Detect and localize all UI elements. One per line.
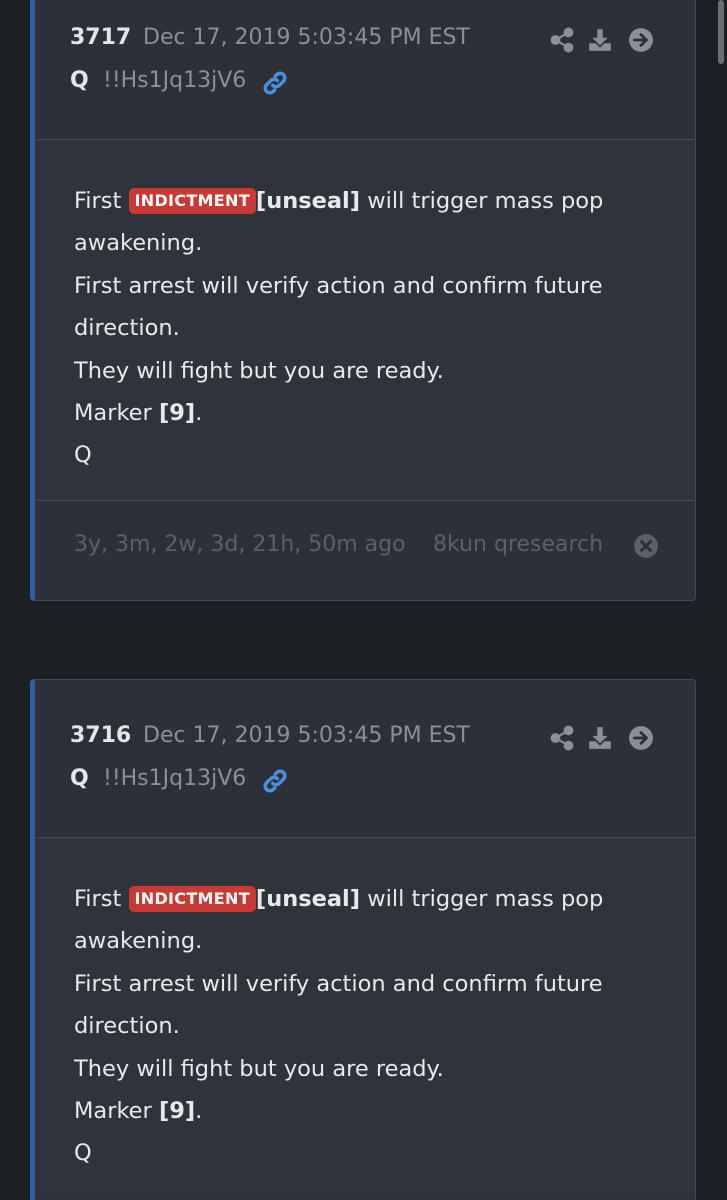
arrow-right-circle-icon[interactable] [628, 27, 654, 53]
post-tripcode: !!Hs1Jq13jV6 [103, 766, 247, 791]
share-icon[interactable] [549, 27, 575, 53]
post-date: Dec 17, 2019 5:03:45 PM EST [143, 25, 470, 50]
post-body: First INDICTMENT [unseal] will trigger ma… [35, 140, 695, 500]
close-circle-icon[interactable] [633, 533, 659, 559]
share-icon[interactable] [549, 725, 575, 751]
indictment-badge: INDICTMENT [128, 188, 256, 214]
link-icon[interactable] [261, 69, 289, 97]
post-header: 3717 Dec 17, 2019 5:03:45 PM EST Q !!Hs1… [35, 0, 695, 140]
download-icon[interactable] [587, 725, 613, 751]
post-tripcode: !!Hs1Jq13jV6 [103, 68, 247, 93]
post-number[interactable]: 3717 [70, 25, 131, 50]
post-age: 3y, 3m, 2w, 3d, 21h, 50m ago [74, 532, 406, 557]
arrow-right-circle-icon[interactable] [628, 725, 654, 751]
post-body: First INDICTMENT [unseal] will trigger ma… [35, 838, 695, 1198]
indictment-badge: INDICTMENT [128, 886, 256, 912]
page: 3717 Dec 17, 2019 5:03:45 PM EST Q !!Hs1… [0, 0, 727, 1200]
post-card: 3716 Dec 17, 2019 5:03:45 PM EST Q !!Hs1… [30, 679, 696, 1200]
post-author: Q [70, 766, 89, 791]
post-header: 3716 Dec 17, 2019 5:03:45 PM EST Q !!Hs1… [35, 680, 695, 838]
link-icon[interactable] [261, 767, 289, 795]
post-card: 3717 Dec 17, 2019 5:03:45 PM EST Q !!Hs1… [30, 0, 696, 601]
post-date: Dec 17, 2019 5:03:45 PM EST [143, 723, 470, 748]
post-number[interactable]: 3716 [70, 723, 131, 748]
post-author: Q [70, 68, 89, 93]
download-icon[interactable] [587, 27, 613, 53]
scrollbar[interactable] [718, 0, 724, 64]
post-footer: 3y, 3m, 2w, 3d, 21h, 50m ago 8kun qresea… [35, 500, 695, 589]
post-text: First INDICTMENT [unseal] will trigger ma… [74, 188, 604, 469]
post-source[interactable]: 8kun qresearch [433, 532, 603, 557]
post-text: First INDICTMENT [unseal] will trigger ma… [74, 886, 604, 1167]
